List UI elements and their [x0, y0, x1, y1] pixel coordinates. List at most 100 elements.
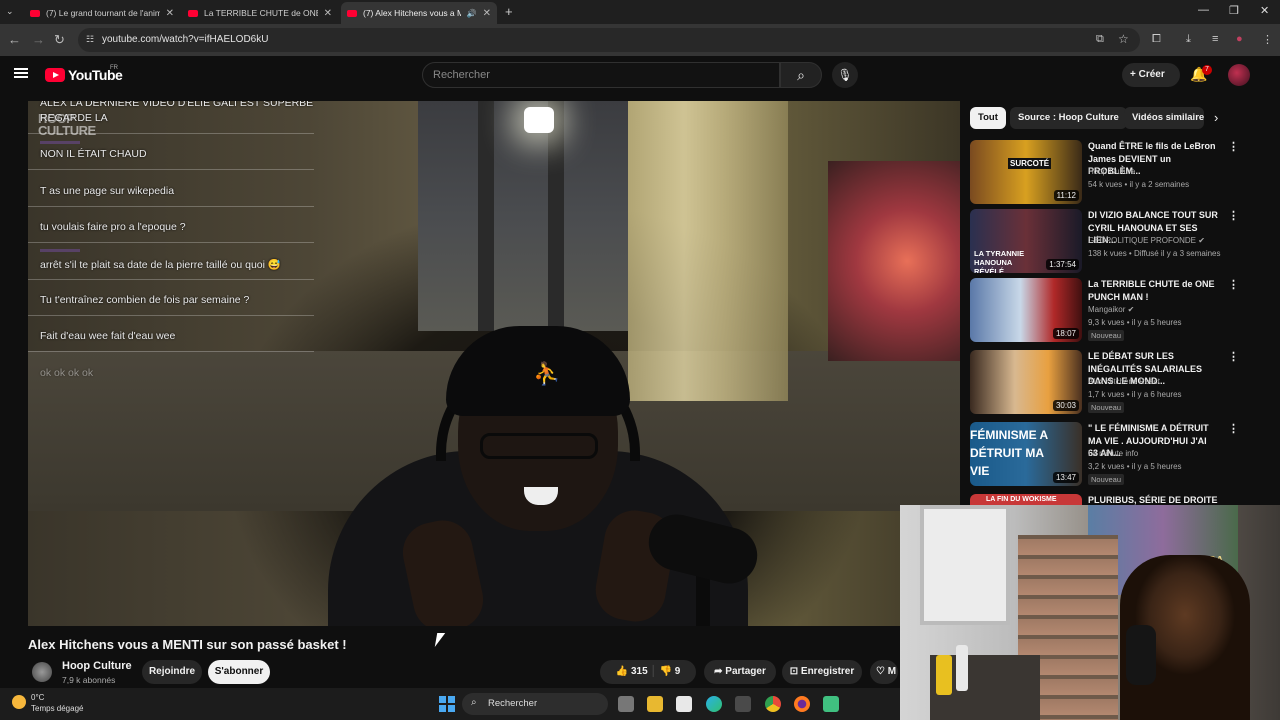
site-info-icon[interactable]: ☷ [86, 34, 94, 45]
hamburger-menu-icon[interactable] [14, 68, 28, 78]
save-button[interactable]: ⊡ Enregistrer [782, 660, 862, 684]
more-options-icon[interactable]: ⋮ [1228, 422, 1239, 435]
video-thumbnail[interactable]: FÉMINISME A DÉTRUIT MA VIE 13:47 [970, 422, 1082, 486]
account-avatar[interactable] [1228, 64, 1250, 86]
share-button[interactable]: ➦ Partager [704, 660, 776, 684]
recommendation-channel[interactable]: Mangaikor ✔ [1088, 305, 1134, 314]
sun-icon [12, 695, 26, 709]
subscriber-count: 7,9 k abonnés [62, 675, 116, 685]
windows-start-icon[interactable] [439, 696, 455, 712]
recommendation-item[interactable]: FÉMINISME A DÉTRUIT MA VIE 13:47 " LE FÉ… [970, 422, 1239, 488]
profile-icon[interactable]: ● [1236, 33, 1243, 45]
recommendation-meta: 1,7 k vues • il y a 6 heures [1088, 390, 1182, 399]
video-title: Alex Hitchens vous a MENTI sur son passé… [28, 637, 347, 652]
reload-icon[interactable]: ↻ [54, 32, 65, 48]
video-thumbnail[interactable]: 18:07 [970, 278, 1082, 342]
filter-chip-source[interactable]: Source : Hoop Culture [1010, 107, 1127, 129]
filter-chip-all[interactable]: Tout [970, 107, 1006, 129]
address-bar[interactable]: ☷ youtube.com/watch?v=ifHAELOD6kU ⧉ ☆ [78, 28, 1140, 52]
thumbnail-text: FÉMINISME A DÉTRUIT MA VIE [970, 428, 1048, 478]
youtube-logo-icon[interactable] [45, 68, 65, 82]
more-options-icon[interactable]: ⋮ [1228, 209, 1239, 222]
like-dislike-group[interactable]: 👍 315 │ 👎 9 [600, 660, 696, 684]
extensions-icon[interactable]: ⧠ [1152, 33, 1161, 46]
edge-icon[interactable] [706, 696, 722, 712]
window-close-icon[interactable]: ✕ [1260, 4, 1269, 17]
weather-description: Temps dégagé [31, 704, 84, 713]
new-tab-icon[interactable]: + [505, 4, 513, 19]
recommendation-item[interactable]: 30:03 LE DÉBAT SUR LES INÉGALITÉS SALARI… [970, 350, 1239, 416]
like-count: 315 [630, 666, 648, 677]
recommendation-item[interactable]: 18:07 La TERRIBLE CHUTE de ONE PUNCH MAN… [970, 278, 1239, 344]
search-input[interactable]: Rechercher [422, 62, 780, 88]
browser-tab-1[interactable]: (7) Le grand tournant de l'anim ✕ [24, 2, 180, 24]
browser-tab-2[interactable]: La TERRIBLE CHUTE de ONE PU ✕ [182, 2, 338, 24]
recommendation-item[interactable]: SURCOTÉ 11:12 Quand ÊTRE le fils de LeBr… [970, 140, 1239, 206]
recommendation-item[interactable]: LA TYRANNIE HANOUNA RÉVÉLÉ 1:37:54 DI VI… [970, 209, 1239, 275]
save-label: Enregistrer [800, 666, 855, 677]
webcam-overlay: ZELDA [900, 505, 1280, 720]
tab-list-dropdown[interactable]: ⌄ [6, 6, 14, 17]
video-thumbnail[interactable]: 30:03 [970, 350, 1082, 414]
browser-menu-icon[interactable]: ⋮ [1262, 33, 1273, 46]
tab-audio-icon[interactable]: 🔊 [467, 9, 477, 18]
back-icon[interactable]: ← [8, 32, 21, 47]
video-thumbnail[interactable]: LA TYRANNIE HANOUNA RÉVÉLÉ 1:37:54 [970, 209, 1082, 273]
channel-avatar[interactable] [32, 662, 52, 682]
video-background-tv [828, 161, 960, 361]
file-explorer-icon[interactable] [647, 696, 663, 712]
chat-message: tu voulais faire pro a l'epoque ? [40, 221, 186, 233]
country-code: FR [110, 65, 118, 71]
tab-close-icon[interactable]: ✕ [483, 8, 491, 19]
firefox-icon[interactable] [794, 696, 810, 712]
media-controls-icon[interactable]: ≡ [1212, 33, 1218, 45]
duration-badge: 1:37:54 [1046, 259, 1079, 270]
recommendation-meta: 138 k vues • Diffusé il y a 3 semaines [1088, 249, 1221, 258]
taskbar-search[interactable]: ⌕ Rechercher [462, 693, 608, 715]
browser-tab-3[interactable]: (7) Alex Hitchens vous a M 🔊 ✕ [341, 2, 497, 24]
recommendation-title[interactable]: La TERRIBLE CHUTE de ONE PUNCH MAN ! [1088, 278, 1218, 303]
subscribe-button[interactable]: S'abonner [208, 660, 270, 684]
channel-name[interactable]: Hoop Culture [62, 660, 132, 672]
more-actions-button[interactable]: ♡ M [870, 660, 898, 684]
bookmark-star-icon[interactable]: ☆ [1118, 32, 1129, 46]
task-view-icon[interactable] [618, 696, 634, 712]
app-icon[interactable] [823, 696, 839, 712]
search-button[interactable]: ⌕ [780, 62, 822, 88]
video-thumbnail[interactable]: SURCOTÉ 11:12 [970, 140, 1082, 204]
more-options-icon[interactable]: ⋮ [1228, 278, 1239, 291]
thumbs-down-icon[interactable]: 👎 [659, 666, 671, 677]
filter-chip-similar[interactable]: Vidéos similaires [1124, 107, 1204, 129]
notepad-icon[interactable] [676, 696, 692, 712]
restore-icon[interactable]: ❐ [1229, 4, 1239, 17]
video-player[interactable]: ⛹ HOOP CULTURE ALEX LA DERNIERE VIDEO D'… [28, 101, 960, 626]
forward-icon[interactable]: → [32, 32, 45, 47]
install-app-icon[interactable]: ⧉ [1096, 33, 1104, 46]
chevron-right-icon[interactable]: › [1214, 110, 1218, 125]
tab-close-icon[interactable]: ✕ [324, 8, 332, 19]
more-options-icon[interactable]: ⋮ [1228, 350, 1239, 363]
join-button[interactable]: Rejoindre [142, 660, 202, 684]
chat-message: NON IL ÉTAIT CHAUD [40, 148, 147, 160]
minimize-icon[interactable]: — [1198, 4, 1209, 16]
tab-title: (7) Alex Hitchens vous a M [363, 8, 461, 18]
search-placeholder: Rechercher [433, 69, 490, 81]
recommendation-channel[interactable]: Alex Hitchens React [1088, 377, 1160, 386]
recommendation-channel[interactable]: GÉOPOLITIQUE PROFONDE ✔ [1088, 236, 1205, 245]
taskbar-search-label: Rechercher [488, 698, 538, 709]
chat-message: T as une page sur wikepedia [40, 185, 175, 197]
voice-search-mic-icon[interactable]: 🎙 [832, 62, 858, 88]
tab-close-icon[interactable]: ✕ [166, 8, 174, 19]
thumbs-up-icon[interactable]: 👍 [616, 666, 628, 677]
url-text[interactable]: youtube.com/watch?v=ifHAELOD6kU [102, 34, 268, 45]
browser-tab-strip: ⌄ (7) Le grand tournant de l'anim ✕ La T… [0, 0, 1280, 24]
chrome-icon[interactable] [765, 696, 781, 712]
jordan-logo-icon: ⛹ [533, 361, 561, 386]
download-icon[interactable]: ⤓ [1186, 33, 1191, 46]
recommendation-channel[interactable]: La minute info [1088, 449, 1138, 458]
notification-count-badge: 7 [1202, 65, 1212, 75]
create-button[interactable]: + Créer [1122, 63, 1180, 87]
more-options-icon[interactable]: ⋮ [1228, 140, 1239, 153]
recommendation-channel[interactable]: Hoop Culture [1088, 167, 1135, 176]
store-icon[interactable] [735, 696, 751, 712]
